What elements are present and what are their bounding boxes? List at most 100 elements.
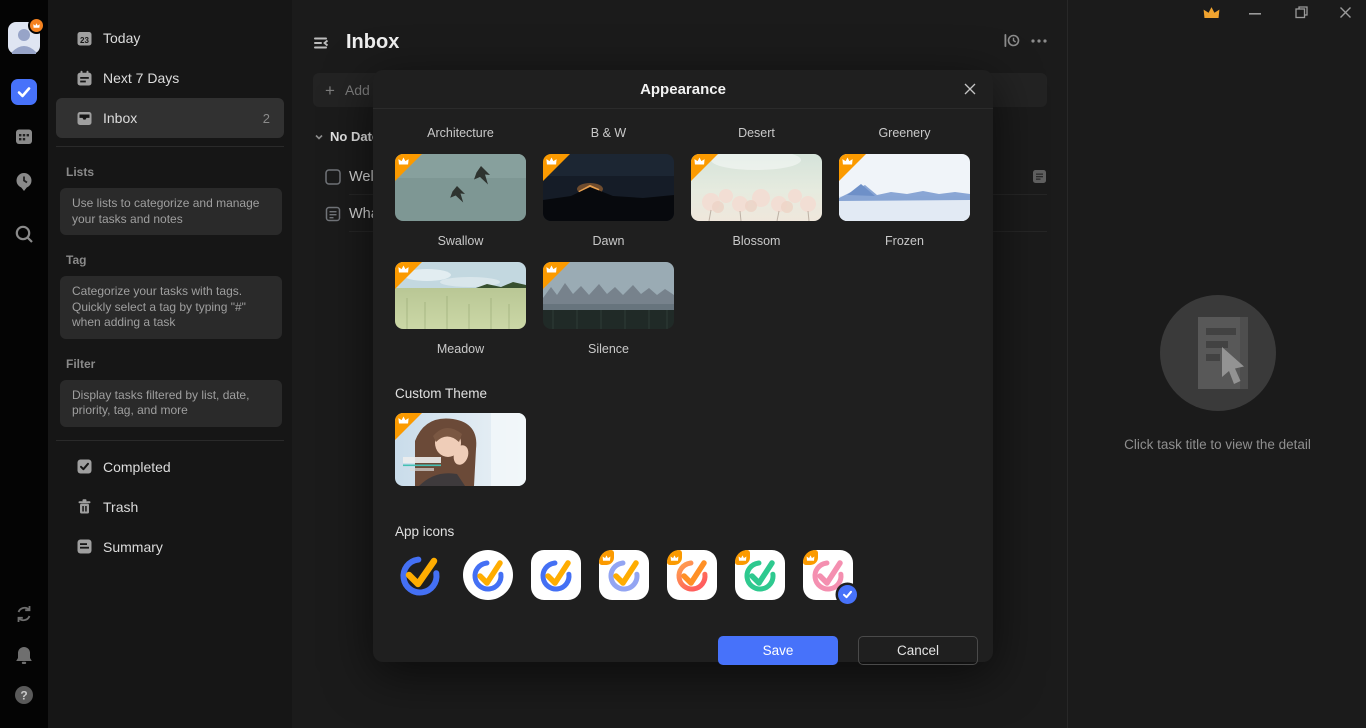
sidebar-section-filter[interactable]: Filter [66,357,292,371]
summary-icon [76,538,93,555]
calendar-icon [14,126,34,151]
trash-icon [76,498,93,515]
crown-icon [842,157,853,165]
chevron-down-icon [314,132,324,142]
crown-icon [546,265,557,273]
theme-thumbnail-dawn[interactable] [543,154,674,221]
close-icon[interactable] [962,81,978,97]
app-icon-option-sunset[interactable] [667,550,717,600]
app-icon-option-pink[interactable] [803,550,853,600]
more-icon[interactable] [1031,39,1047,43]
theme-label[interactable]: Desert [691,126,822,140]
modal-footer: Save Cancel [718,636,978,665]
collapse-sidebar-icon[interactable] [313,35,332,51]
app-icon-option-classic[interactable] [395,550,445,600]
sort-icon[interactable] [1003,32,1020,49]
theme-label[interactable]: Greenery [839,126,970,140]
help-icon: ? [14,685,34,710]
search-icon [14,224,34,249]
maximize-icon[interactable] [1294,5,1308,19]
cancel-button[interactable]: Cancel [858,636,978,665]
tasks-icon [11,79,37,105]
task-checkbox[interactable] [325,169,341,185]
appearance-modal: Appearance ArchitectureB & WDesertGreene… [373,70,993,662]
theme-name: Swallow [395,235,526,248]
crown-icon [398,416,409,424]
notifications-button[interactable] [0,645,48,670]
sidebar-item-label: Today [103,30,270,46]
theme-thumbnail-silence[interactable] [543,262,674,329]
crown-icon [694,157,705,165]
sidebar-item-summary[interactable]: Summary [56,527,284,567]
app-icon-option-green[interactable] [735,550,785,600]
theme-grid: Swallow Dawn Blossom Frozen Meadow Silen… [395,140,971,356]
group-label: No Date [330,129,379,144]
close-icon[interactable] [1338,5,1352,19]
crown-icon [546,157,557,165]
theme-option-swallow[interactable]: Swallow [395,140,526,248]
theme-thumbnail-swallow[interactable] [395,154,526,221]
search-nav[interactable] [0,224,48,249]
premium-crown-badge [28,17,45,34]
theme-name: Blossom [691,235,822,248]
theme-thumbnail-frozen[interactable] [839,154,970,221]
avatar[interactable] [8,22,40,54]
task-detail-panel: Click task title to view the detail [1069,0,1366,728]
focus-icon [14,171,34,198]
theme-option-blossom[interactable]: Blossom [691,140,822,248]
divider [56,440,284,441]
inbox-icon [76,110,93,127]
sidebar-item-count: 2 [263,111,270,126]
app-icon-option-white-square[interactable] [531,550,581,600]
calendar-nav[interactable] [0,126,48,151]
theme-name: Frozen [839,235,970,248]
theme-option-frozen[interactable]: Frozen [839,140,970,248]
theme-option-dawn[interactable]: Dawn [543,140,674,248]
completed-checkbox-icon [76,458,93,475]
theme-label[interactable]: Architecture [395,126,526,140]
sidebar-section-tag[interactable]: Tag [66,253,292,267]
theme-labels-row: Architecture B & W Desert Greenery [395,126,971,140]
app-icon-row [395,550,971,600]
theme-option-silence[interactable]: Silence [543,248,674,356]
app-window: ? 23 Today Next 7 Days Inbox 2 Lists Use… [0,0,1366,728]
svg-text:?: ? [20,689,27,703]
focus-nav[interactable] [0,171,48,198]
sidebar-item-label: Next 7 Days [103,70,270,86]
custom-theme-title: Custom Theme [395,386,971,401]
sync-icon [14,604,34,629]
crown-icon [398,157,409,165]
app-icon-option-periwinkle[interactable] [599,550,649,600]
sync-button[interactable] [0,604,48,629]
notification-bell-icon [15,645,33,670]
sidebar-item-trash[interactable]: Trash [56,487,284,527]
theme-thumbnail-blossom[interactable] [691,154,822,221]
group-header-no-date[interactable]: No Date [314,129,379,144]
sidebar-item-label: Inbox [103,110,263,126]
theme-option-custom[interactable] [395,413,526,486]
theme-name: Meadow [395,343,526,356]
save-button[interactable]: Save [718,636,838,665]
minimize-icon[interactable] [1248,6,1262,20]
tasks-nav[interactable] [0,79,48,105]
sidebar-item-inbox[interactable]: Inbox 2 [56,98,284,138]
sidebar-hint-filter: Display tasks filtered by list, date, pr… [60,380,282,427]
sidebar-section-lists[interactable]: Lists [66,165,292,179]
sidebar-item-next7[interactable]: Next 7 Days [56,58,284,98]
theme-name: Dawn [543,235,674,248]
theme-label[interactable]: B & W [543,126,674,140]
custom-theme-thumbnail[interactable] [395,413,526,486]
theme-name: Silence [543,343,674,356]
sidebar-item-today[interactable]: 23 Today [56,18,284,58]
sidebar-hint-lists: Use lists to categorize and manage your … [60,188,282,235]
calendar-today-icon: 23 [76,30,93,47]
sidebar-item-label: Summary [103,539,270,555]
sidebar-item-completed[interactable]: Completed [56,447,284,487]
note-indicator-icon [1033,170,1046,183]
plus-icon: + [325,82,335,99]
app-icon-option-white-circle[interactable] [463,550,513,600]
help-button[interactable]: ? [0,685,48,710]
premium-crown-icon[interactable] [1202,4,1220,20]
theme-option-meadow[interactable]: Meadow [395,248,526,356]
theme-thumbnail-meadow[interactable] [395,262,526,329]
